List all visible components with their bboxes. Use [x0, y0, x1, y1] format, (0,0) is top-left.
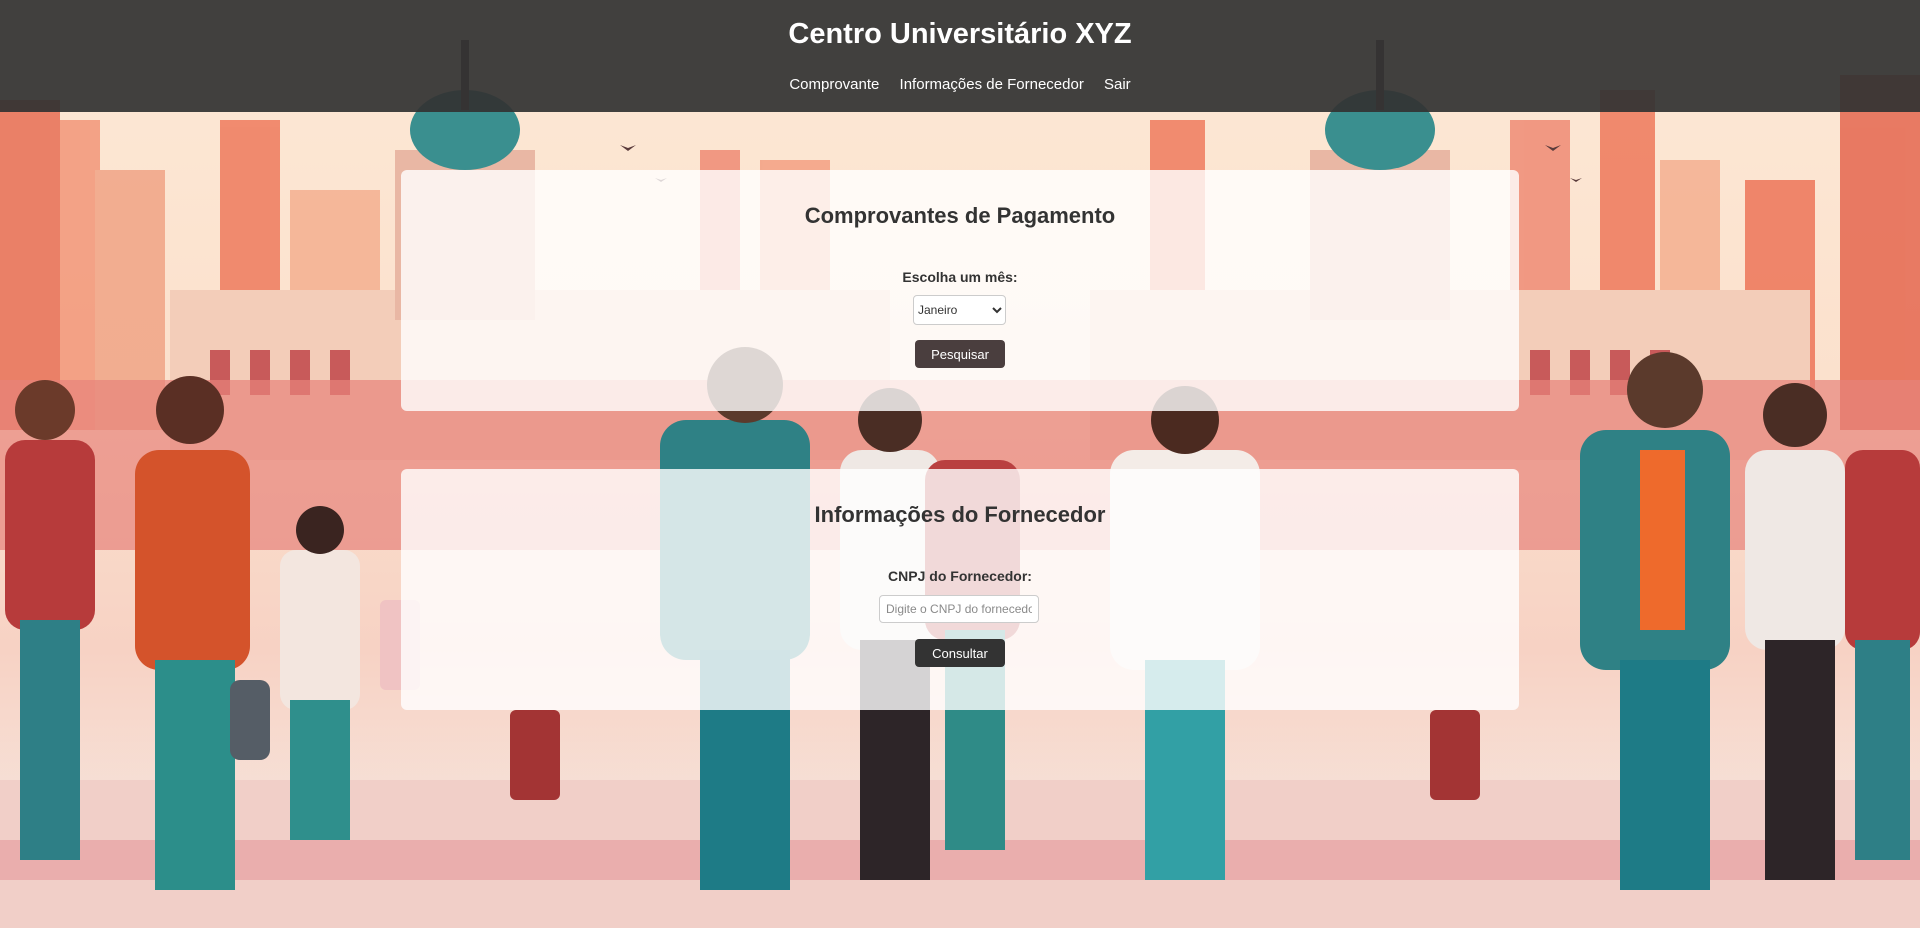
cnpj-label: CNPJ do Fornecedor: [888, 568, 1032, 584]
nav-link-sair[interactable]: Sair [1104, 76, 1131, 93]
consult-button[interactable]: Consultar [915, 639, 1005, 667]
background-illustration [0, 0, 1920, 928]
nav-link-fornecedor[interactable]: Informações de Fornecedor [900, 76, 1084, 93]
cnpj-input[interactable] [879, 595, 1039, 623]
main-nav: Comprovante Informações de Fornecedor Sa… [0, 76, 1920, 93]
payments-card: Comprovantes de Pagamento Escolha um mês… [401, 170, 1519, 411]
month-label: Escolha um mês: [902, 269, 1018, 285]
nav-link-comprovante[interactable]: Comprovante [789, 76, 879, 93]
site-header: Centro Universitário XYZ Comprovante Inf… [0, 0, 1920, 112]
search-button[interactable]: Pesquisar [915, 340, 1005, 368]
supplier-title: Informações do Fornecedor [814, 502, 1106, 527]
site-title: Centro Universitário XYZ [788, 18, 1132, 50]
payments-title: Comprovantes de Pagamento [804, 203, 1116, 228]
month-select[interactable]: Janeiro [913, 295, 1006, 325]
campus-crowd-illustration [0, 40, 1920, 928]
supplier-card: Informações do Fornecedor CNPJ do Fornec… [401, 469, 1519, 710]
